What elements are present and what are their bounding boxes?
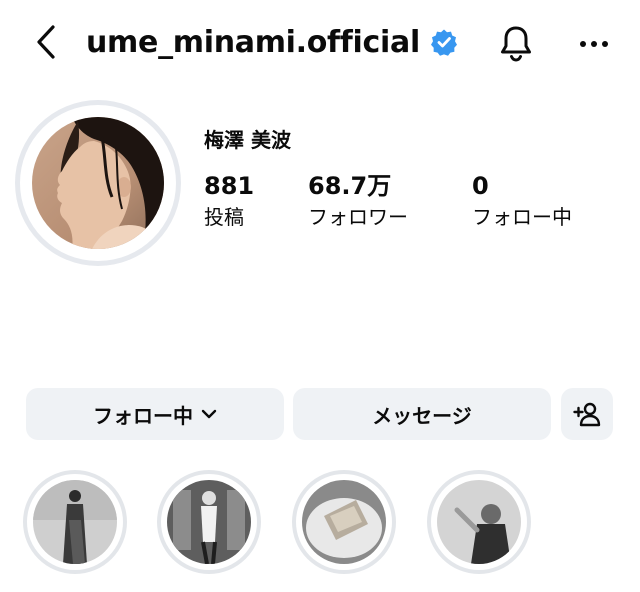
profile-avatar-ring[interactable] xyxy=(15,100,181,266)
stat-followers[interactable]: 68.7万 フォロワー xyxy=(308,172,408,232)
bell-icon xyxy=(501,26,531,62)
story-highlight[interactable] xyxy=(23,470,127,574)
story-highlight[interactable] xyxy=(292,470,396,574)
add-person-icon xyxy=(573,402,601,427)
stat-following-label: フォロー中 xyxy=(472,205,572,229)
stat-following-value: 0 xyxy=(472,172,489,200)
story-highlight-image xyxy=(33,480,117,564)
back-button[interactable] xyxy=(26,22,66,62)
suggested-accounts-button[interactable] xyxy=(561,388,613,440)
chevron-left-icon xyxy=(37,25,55,59)
avatar xyxy=(32,117,164,249)
story-highlight[interactable] xyxy=(157,470,261,574)
story-highlight-image xyxy=(437,480,521,564)
message-button-label: メッセージ xyxy=(372,403,472,428)
story-highlight[interactable] xyxy=(427,470,531,574)
stat-posts-label: 投稿 xyxy=(204,205,244,229)
more-horizontal-icon xyxy=(580,41,608,47)
more-options-button[interactable] xyxy=(574,20,614,68)
stat-following[interactable]: 0 フォロー中 xyxy=(472,172,572,232)
stat-posts-value: 881 xyxy=(204,172,255,200)
display-name: 梅澤 美波 xyxy=(204,128,291,152)
following-button-label: フォロー中 xyxy=(93,403,193,428)
stat-posts[interactable]: 881 投稿 xyxy=(204,172,254,232)
stat-followers-label: フォロワー xyxy=(308,205,408,229)
story-highlight-image xyxy=(302,480,386,564)
verified-badge-icon xyxy=(430,28,458,56)
story-highlight-image xyxy=(167,480,251,564)
message-button[interactable]: メッセージ xyxy=(293,388,551,440)
notifications-button[interactable] xyxy=(492,20,540,68)
username: ume_minami.official xyxy=(86,24,420,60)
profile-header-title: ume_minami.official xyxy=(86,18,458,66)
following-button[interactable]: フォロー中 xyxy=(26,388,284,440)
chevron-down-icon xyxy=(201,409,217,419)
stat-followers-value: 68.7万 xyxy=(308,172,392,200)
